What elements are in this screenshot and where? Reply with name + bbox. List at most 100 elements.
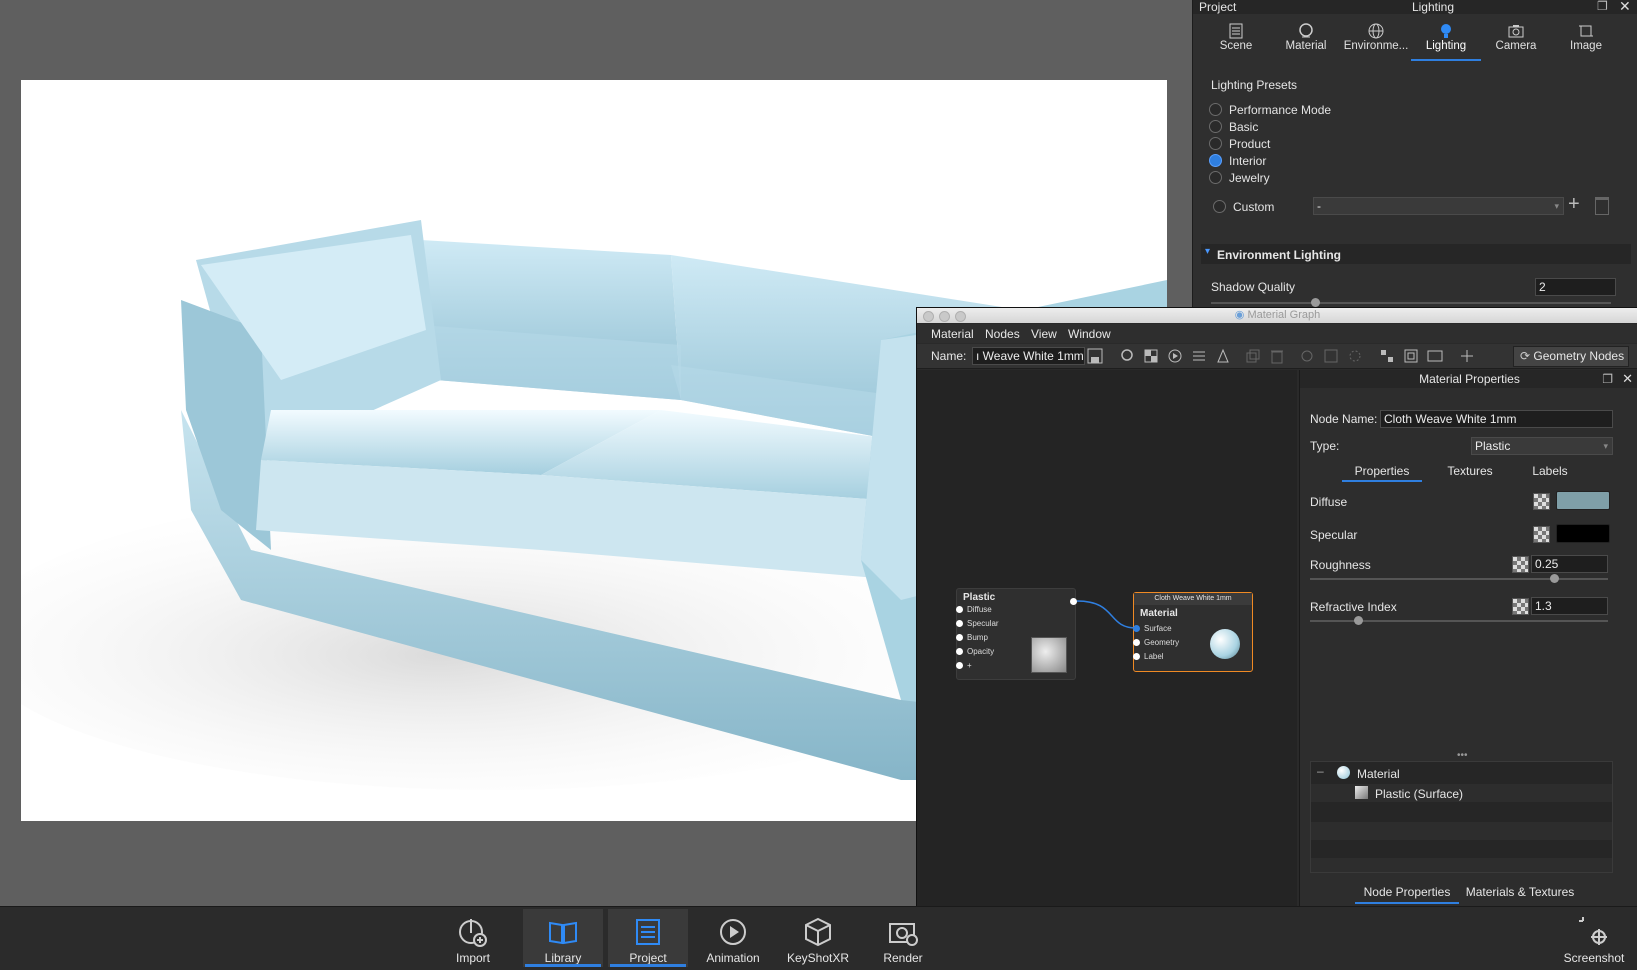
preset-interior[interactable]: Interior	[1209, 154, 1266, 170]
type-dropdown[interactable]: Plastic ▾	[1471, 437, 1613, 455]
presets-heading: Lighting Presets	[1211, 78, 1298, 92]
menu-nodes[interactable]: Nodes	[985, 327, 1020, 341]
texture-map-icon[interactable]	[1512, 556, 1529, 573]
label-port[interactable]	[1133, 653, 1140, 660]
sliders-icon[interactable]	[1191, 348, 1207, 364]
popout-icon[interactable]: ❐	[1597, 0, 1608, 13]
preset-product[interactable]: Product	[1209, 137, 1270, 153]
surface-port[interactable]	[1133, 625, 1140, 632]
radio-button[interactable]	[1209, 171, 1222, 184]
radio-button[interactable]	[1213, 200, 1226, 213]
render-button[interactable]: Render	[863, 909, 943, 967]
node-add-icon[interactable]	[1299, 348, 1315, 364]
tab-environment[interactable]: Environme...	[1341, 20, 1411, 61]
link-nodes-icon[interactable]	[1459, 348, 1475, 364]
window-zoom-button[interactable]	[955, 311, 966, 322]
output-port[interactable]	[1070, 598, 1077, 605]
tab-materials-textures[interactable]: Materials & Textures	[1460, 885, 1580, 899]
radio-button-selected[interactable]	[1209, 154, 1222, 167]
project-button[interactable]: Project	[608, 909, 688, 967]
menu-view[interactable]: View	[1031, 327, 1057, 341]
collapse-icon[interactable]: –	[1317, 764, 1324, 778]
delete-trash-icon[interactable]	[1269, 348, 1285, 364]
input-port[interactable]	[956, 662, 963, 669]
texture-map-icon[interactable]	[1512, 598, 1529, 615]
node-settings-icon[interactable]	[1347, 348, 1363, 364]
preset-performance-mode[interactable]: Performance Mode	[1209, 103, 1331, 119]
specular-color-swatch[interactable]	[1556, 524, 1610, 543]
play-circle-icon[interactable]	[1167, 348, 1183, 364]
tab-textures[interactable]: Textures	[1430, 464, 1510, 478]
shadow-quality-input[interactable]: 2	[1535, 278, 1616, 296]
add-preset-plus-icon[interactable]: +	[1568, 193, 1580, 216]
menu-material[interactable]: Material	[931, 327, 974, 341]
save-icon[interactable]	[1087, 348, 1103, 364]
window-minimize-button[interactable]	[939, 311, 950, 322]
preset-custom[interactable]: Custom	[1213, 200, 1274, 216]
preset-basic[interactable]: Basic	[1209, 120, 1258, 136]
radio-button[interactable]	[1209, 103, 1222, 116]
animation-button[interactable]: Animation	[693, 909, 773, 967]
roughness-slider[interactable]	[1310, 578, 1608, 580]
library-button[interactable]: Library	[523, 909, 603, 967]
tab-image[interactable]: Image	[1551, 20, 1621, 61]
node-grid-icon[interactable]	[1323, 348, 1339, 364]
tab-node-properties[interactable]: Node Properties	[1355, 885, 1459, 904]
material-ball-icon[interactable]	[1119, 348, 1135, 364]
window-titlebar[interactable]: ◉ Material Graph	[917, 308, 1637, 323]
slider-handle[interactable]	[1354, 616, 1363, 625]
preset-jewelry[interactable]: Jewelry	[1209, 171, 1270, 187]
keyshotxr-button[interactable]: KeyShotXR	[778, 909, 858, 967]
resize-handle-icon[interactable]: •••	[1457, 750, 1468, 761]
fit-view-icon[interactable]	[1403, 348, 1419, 364]
input-port[interactable]	[956, 606, 963, 613]
tab-properties[interactable]: Properties	[1342, 464, 1422, 482]
texture-map-icon[interactable]	[1533, 526, 1550, 543]
library-book-icon	[549, 921, 577, 945]
tab-lighting[interactable]: Lighting	[1411, 20, 1481, 61]
zoom-100-icon[interactable]	[1427, 348, 1443, 364]
geometry-nodes-button[interactable]: ⟳ Geometry Nodes	[1513, 346, 1629, 367]
duplicate-icon[interactable]	[1245, 348, 1261, 364]
material-name-input[interactable]: ı Weave White 1mm	[972, 347, 1085, 365]
tab-material[interactable]: Material	[1271, 20, 1341, 61]
tab-camera[interactable]: Camera	[1481, 20, 1551, 61]
radio-button[interactable]	[1209, 120, 1222, 133]
custom-preset-dropdown[interactable]: - ▾	[1313, 197, 1564, 215]
tab-scene[interactable]: Scene	[1201, 20, 1271, 61]
diffuse-color-swatch[interactable]	[1556, 491, 1610, 510]
refractive-index-input[interactable]: 1.3	[1531, 597, 1608, 615]
shadow-quality-slider[interactable]	[1211, 302, 1611, 304]
input-port[interactable]	[956, 620, 963, 627]
port-label: Surface	[1144, 624, 1172, 633]
label-tag-icon[interactable]	[1215, 348, 1231, 364]
texture-checker-icon[interactable]	[1143, 348, 1159, 364]
geometry-port[interactable]	[1133, 639, 1140, 646]
input-port[interactable]	[956, 634, 963, 641]
popout-icon[interactable]: ❐	[1602, 370, 1613, 388]
panel-title: Material Properties	[1419, 372, 1520, 386]
slider-handle[interactable]	[1550, 574, 1559, 583]
node-name-input[interactable]: Cloth Weave White 1mm	[1380, 410, 1613, 428]
import-button[interactable]: Import	[433, 909, 513, 967]
material-node[interactable]: Cloth Weave White 1mm Material Surface G…	[1133, 592, 1253, 672]
menu-window[interactable]: Window	[1068, 327, 1111, 341]
tab-labels[interactable]: Labels	[1510, 464, 1590, 478]
window-close-button[interactable]	[923, 311, 934, 322]
plastic-node[interactable]: Plastic Diffuse Specular Bump Opacity +	[956, 588, 1077, 680]
close-icon[interactable]: ✕	[1622, 370, 1633, 388]
slider-handle[interactable]	[1311, 298, 1320, 307]
camera-icon	[1508, 25, 1524, 38]
texture-map-icon[interactable]	[1533, 493, 1550, 510]
tree-item-material[interactable]: – Material	[1311, 764, 1612, 782]
close-icon[interactable]: ✕	[1619, 0, 1631, 15]
input-port[interactable]	[956, 648, 963, 655]
roughness-input[interactable]: 0.25	[1531, 555, 1608, 573]
delete-trash-icon[interactable]	[1595, 197, 1609, 215]
environment-lighting-section[interactable]: ▾ Environment Lighting	[1201, 244, 1631, 264]
radio-button[interactable]	[1209, 137, 1222, 150]
tree-item-plastic[interactable]: Plastic (Surface)	[1311, 784, 1612, 802]
screenshot-button[interactable]: Screenshot	[1556, 909, 1632, 967]
arrange-nodes-icon[interactable]	[1379, 348, 1395, 364]
node-canvas[interactable]: Plastic Diffuse Specular Bump Opacity + …	[917, 370, 1297, 924]
